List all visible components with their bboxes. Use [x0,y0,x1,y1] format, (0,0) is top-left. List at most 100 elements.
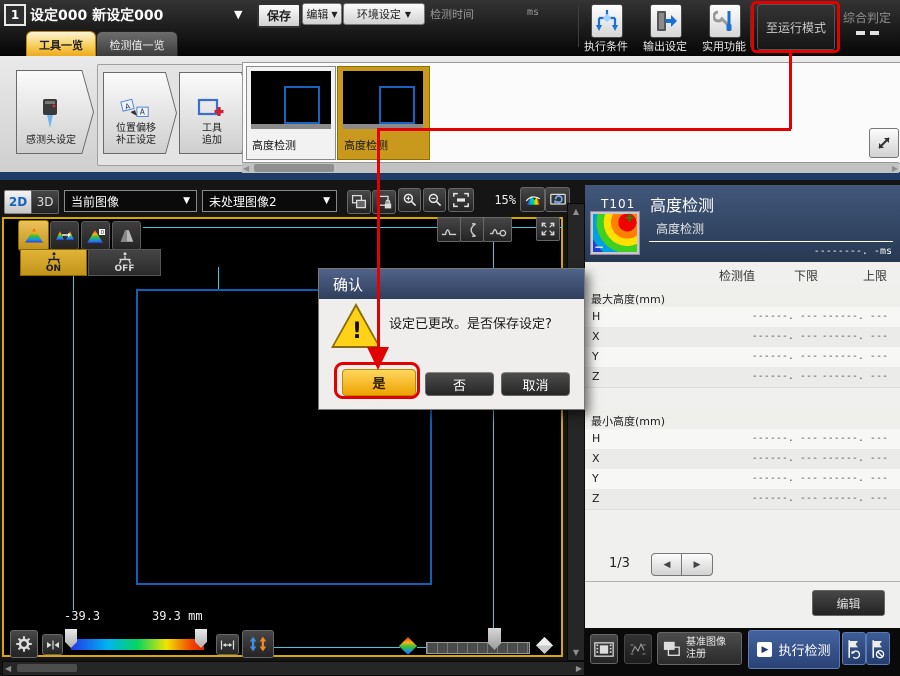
filmstrip-icon [594,641,614,658]
result-tool-title: 高度检测 [650,192,714,216]
setting-title[interactable]: 设定000 新设定000 [30,5,163,25]
page-prev-button[interactable]: ◀ [651,553,683,576]
table-row: Y ------. --- ------. --- [585,469,900,490]
display-compare-button[interactable] [50,221,79,250]
utility-button[interactable] [709,4,741,38]
fit-screen-icon [452,192,470,208]
wrench-tools-icon [713,8,737,34]
offset-correction-label: 位置偏移补正设定 [116,123,156,147]
scroll-left-icon[interactable]: ◀ [5,663,11,674]
compress-arrows-icon [46,639,60,651]
result-time-value: --------. -ms [760,246,892,257]
mode-2d-button[interactable]: 2D [4,190,32,214]
profile-curve-icon [440,222,458,238]
dialog-message: 设定已更改。是否保存设定? [389,313,552,332]
profile-vertical-button[interactable] [460,217,484,242]
profile-settings-button[interactable] [483,217,512,242]
range-expand-button[interactable] [216,634,239,655]
zoom-fit-button[interactable] [448,188,474,212]
save-button[interactable]: 保存 [257,3,301,28]
scroll-left-icon[interactable]: ◀ [243,163,249,174]
height-marker-rainbow-diamond [399,637,417,659]
mode-3d-button[interactable]: 3D [31,190,59,214]
sensor-head-label: 感测头设定 [26,135,76,147]
image-type-dropdown[interactable]: 未处理图像2 ▼ [202,190,337,212]
tool-add-label: 工具追加 [202,123,222,147]
setting-badge: 1 [4,4,26,26]
flag-block-icon [870,638,886,660]
row-label: Y [592,472,599,485]
row-label: Y [592,350,599,363]
environment-menu-button[interactable]: 环境设定▼ [343,3,425,25]
tab-value-list[interactable]: 检测值一览 [96,31,178,57]
stage-display-on-button[interactable]: ON [20,249,87,276]
thumbnail-scrollbar[interactable]: ◀ ▶ [242,162,899,173]
tab-tool-list[interactable]: 工具一览 [26,31,96,57]
edit-menu-button[interactable]: 编辑▼ [302,3,342,25]
svg-text:0: 0 [100,230,104,236]
thumbnail-image [251,71,331,129]
output-setting-label: 输出设定 [635,38,695,54]
row-upper: ------. --- [770,493,888,504]
gray-diamond-icon [536,637,553,654]
display-height-color-button[interactable] [18,220,49,251]
display-gray-button[interactable] [112,221,141,250]
updown-adjust-button[interactable] [242,630,274,658]
register-reference-button[interactable]: 基准图像注册 [657,632,742,665]
dialog-cancel-button[interactable]: 取消 [501,372,570,396]
range-compress-button[interactable] [42,634,63,655]
tool-add-icon [196,95,226,121]
tool-id: T101 [601,197,635,211]
window-layout-button[interactable] [347,190,371,214]
profile-monitor-button[interactable] [624,634,652,664]
tool-thumbnail[interactable]: 高度检测 [246,66,336,160]
exec-condition-button[interactable] [591,4,623,38]
output-setting-button[interactable] [650,4,682,38]
zoom-level-value: 15% [484,193,516,207]
viewport-fullscreen-button[interactable] [536,217,560,241]
dialog-title-bar[interactable]: 确认 [319,269,584,299]
tool-thumbnail-selected[interactable]: 高度检测 [337,66,430,160]
strip-expand-button[interactable] [869,128,899,158]
row-label: H [592,310,600,323]
offset-correction-button[interactable]: A A 位置偏移补正设定 [103,72,177,154]
window-lock-button[interactable] [372,190,396,214]
viewport-hscrollbar[interactable]: ◀ ▶ [2,661,585,676]
thumbnail-label: 高度检测 [344,137,388,153]
color-scale-settings-button[interactable] [10,630,38,658]
setting-dropdown-caret-icon[interactable]: ▼ [234,8,242,21]
exec-condition-label: 执行条件 [576,38,636,54]
table-row: X ------. --- ------. --- [585,449,900,470]
edit-button[interactable]: 编辑 [812,590,885,616]
scroll-right-icon[interactable]: ▶ [892,163,898,174]
dialog-no-button[interactable]: 否 [425,372,494,396]
scroll-down-icon[interactable]: ▼ [568,647,584,658]
svg-text:A: A [140,108,146,117]
zoom-out-icon [427,192,443,208]
stage-on-label: ON [46,265,61,274]
sensor-head-button[interactable]: 感测头设定 [16,70,94,154]
image-source-dropdown[interactable]: 当前图像 ▼ [64,190,197,212]
diagonal-expand-icon [876,135,892,151]
scrollbar-thumb[interactable] [17,664,77,672]
filmstrip-button[interactable] [590,634,618,664]
scroll-right-icon[interactable]: ▶ [576,663,582,674]
run-detect-button[interactable]: ▶ 执行检测 [748,630,840,669]
scrollbar-thumb[interactable] [254,164,334,172]
color-range-slider[interactable] [71,639,204,650]
dialog-title: 确认 [333,274,363,295]
display-zero-plane-button[interactable]: 0 [81,221,110,250]
height-marker-gray-diamond [536,637,553,658]
trigger-disable-button[interactable] [866,632,890,665]
page-next-button[interactable]: ▶ [681,553,713,576]
zoom-out-button[interactable] [423,188,446,212]
offset-slider-track[interactable] [426,642,530,654]
stage-display-off-button[interactable]: OFF [88,249,161,276]
scroll-up-icon[interactable]: ▲ [568,206,584,217]
trigger-retry-button[interactable] [842,632,866,665]
zoom-in-button[interactable] [398,188,421,212]
color-display-button[interactable] [520,187,545,212]
detect-time-label: 检测时间 [430,6,474,22]
reference-image-icon [662,640,682,658]
profile-display-button[interactable] [437,217,461,242]
